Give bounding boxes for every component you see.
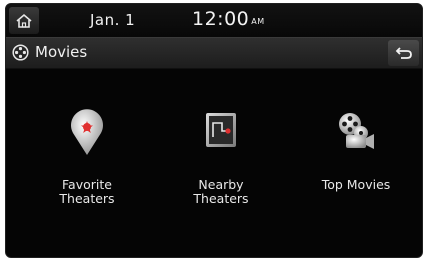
- time-ampm: AM: [251, 17, 265, 26]
- status-date: Jan. 1: [90, 11, 136, 29]
- status-bar: Jan. 1 12:00 AM: [6, 4, 422, 37]
- status-time: 12:00 AM: [192, 8, 265, 30]
- nearby-map-icon: [206, 113, 236, 147]
- favorite-theaters-button[interactable]: Favorite Theaters: [22, 109, 152, 229]
- label-line-1: Favorite: [62, 177, 112, 192]
- time-value: 12:00: [192, 8, 250, 30]
- home-icon: [16, 13, 32, 28]
- film-camera-icon: [339, 113, 374, 149]
- nearby-theaters-button[interactable]: Nearby Theaters: [156, 109, 286, 229]
- nearby-theaters-label: Nearby Theaters: [156, 178, 286, 206]
- label-line-2: Theaters: [59, 191, 115, 206]
- head-unit-screen: Jan. 1 12:00 AM Movies Favorite Theaters…: [5, 3, 423, 258]
- home-button[interactable]: [9, 7, 39, 34]
- back-button[interactable]: [388, 40, 419, 66]
- title-bar: Movies: [6, 37, 422, 69]
- page-title: Movies: [35, 43, 88, 61]
- label-line-1: Nearby: [198, 177, 244, 192]
- label-line-2: Theaters: [193, 191, 249, 206]
- top-movies-label: Top Movies: [291, 178, 421, 192]
- favorite-theaters-label: Favorite Theaters: [22, 178, 152, 206]
- film-reel-icon: [12, 44, 29, 61]
- top-movies-button[interactable]: Top Movies: [291, 109, 421, 229]
- label-line-1: Top Movies: [321, 177, 391, 192]
- back-arrow-icon: [395, 47, 412, 59]
- favorite-pin-icon: [71, 109, 103, 155]
